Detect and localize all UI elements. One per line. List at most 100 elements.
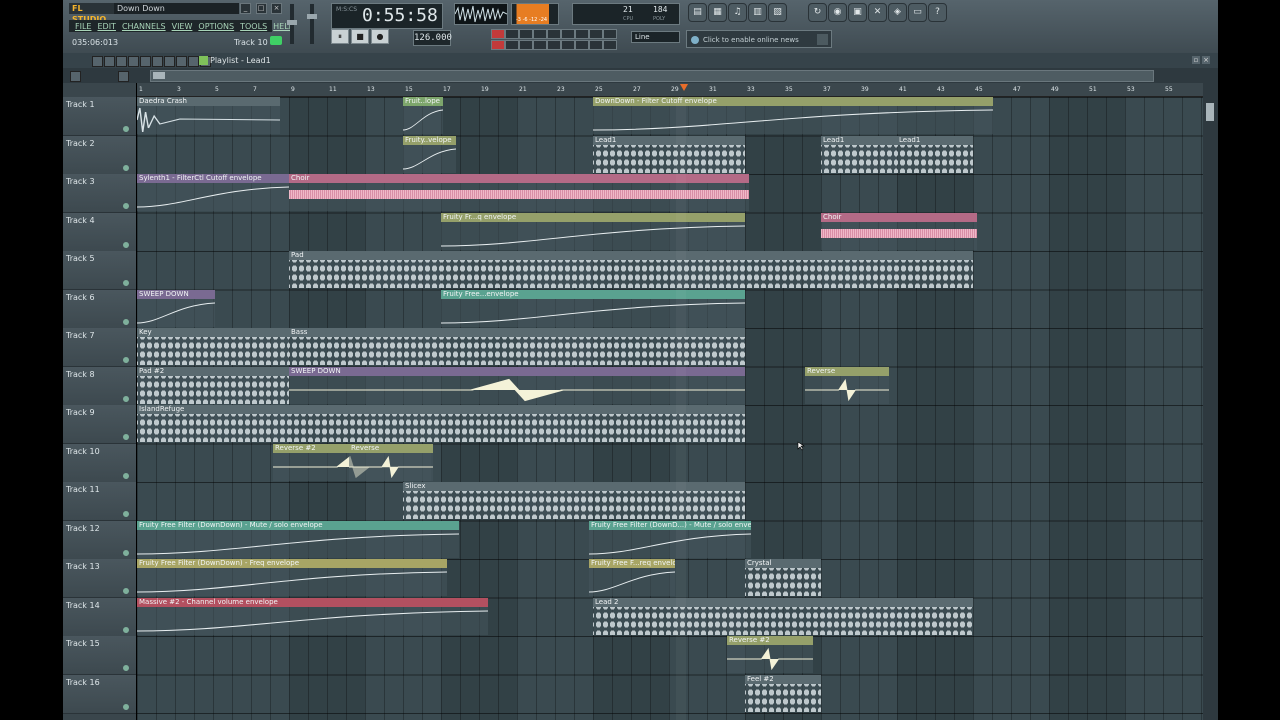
playlist-clip[interactable]: Crystal	[745, 559, 821, 596]
blend-button[interactable]	[589, 29, 603, 39]
playlist-clip[interactable]: Fruity Free Filter (DownDown) - Freq env…	[137, 559, 447, 596]
track-header[interactable]: Track 15	[63, 636, 136, 675]
typing-keyboard-button[interactable]	[505, 40, 519, 50]
playlist-clip[interactable]: Daedra Crash	[137, 97, 280, 134]
group-button[interactable]	[589, 40, 603, 50]
draw-tool-icon[interactable]	[92, 56, 103, 67]
help-icon[interactable]: ?	[928, 3, 947, 22]
playlist-clip[interactable]: Slicex	[403, 482, 745, 519]
wait-button[interactable]	[561, 29, 575, 39]
track-mute-led[interactable]	[123, 472, 129, 479]
minimize-button[interactable]: _	[240, 3, 251, 14]
playlist-clip[interactable]: Pad #2	[137, 366, 289, 404]
menu-options[interactable]: OPTIONS	[198, 22, 234, 31]
song-mode-button[interactable]	[505, 29, 519, 39]
zoom-tool-icon[interactable]	[164, 56, 175, 67]
delete-tool-icon[interactable]	[116, 56, 127, 67]
metronome-button[interactable]	[547, 29, 561, 39]
countdown-button[interactable]	[575, 29, 589, 39]
playlist-clip[interactable]: Lead1	[821, 135, 897, 173]
close-button[interactable]: ×	[271, 3, 283, 14]
playlist-clip[interactable]: Reverse	[349, 443, 431, 481]
menu-view[interactable]: VIEW	[172, 22, 193, 31]
piano-roll-icon[interactable]: ♫	[728, 3, 747, 22]
playlist-clip[interactable]: Reverse #2	[727, 636, 813, 673]
undo-button[interactable]	[547, 40, 561, 50]
track-header[interactable]: Track 11	[63, 482, 136, 521]
slip-tool-icon[interactable]	[188, 56, 199, 67]
track-header[interactable]: Track 3	[63, 174, 136, 213]
multilink-button[interactable]	[603, 29, 617, 39]
plugin-icon[interactable]: ◉	[828, 3, 847, 22]
playlist-icon[interactable]: ▤	[688, 3, 707, 22]
playlist-clip[interactable]: Lead 2	[593, 597, 973, 635]
master-volume-slider[interactable]	[287, 4, 297, 44]
loop-button[interactable]	[519, 29, 533, 39]
mute-tool-icon[interactable]	[128, 56, 139, 67]
playlist-clip[interactable]: Fruit..lope	[403, 97, 443, 134]
track-mute-led[interactable]	[123, 511, 129, 517]
record-led[interactable]	[270, 36, 282, 45]
playlist-clip[interactable]: Reverse	[805, 366, 889, 404]
tools-icon[interactable]: ✕	[868, 3, 887, 22]
playlist-clip[interactable]: Lead1	[593, 135, 745, 173]
disk-icon[interactable]: ▭	[908, 3, 927, 22]
slide-button[interactable]	[575, 40, 589, 50]
track-header[interactable]: Track 7	[63, 328, 136, 367]
playlist-clip[interactable]: Fruity Free F...req envelope	[589, 559, 675, 596]
playlist-clip[interactable]: Massive #2 - Channel volume envelope	[137, 597, 488, 635]
track-mute-led[interactable]	[123, 126, 129, 132]
playlist-menu-button[interactable]	[70, 71, 81, 82]
track-mute-led[interactable]	[123, 588, 129, 594]
horizontal-scroll-thumb[interactable]	[153, 72, 165, 79]
playlist-clip[interactable]: Choir	[821, 212, 977, 250]
track-header[interactable]: Track 14	[63, 597, 136, 637]
playlist-clip[interactable]: Fruity Free Filter (DownD...) - Mute / s…	[589, 520, 751, 558]
menu-edit[interactable]: EDIT	[97, 22, 115, 31]
playlist-close-button[interactable]: ×	[1202, 56, 1210, 64]
menu-file[interactable]: FILE	[75, 22, 91, 31]
track-header[interactable]: Track 8	[63, 366, 136, 406]
overdub-button[interactable]	[491, 40, 505, 50]
track-header[interactable]: Track 10	[63, 443, 136, 483]
track-header[interactable]: Track 12	[63, 520, 136, 560]
playback-tool-icon[interactable]	[176, 56, 187, 67]
playlist-clip[interactable]: Key	[137, 328, 289, 365]
playlist-clip[interactable]: Lead1	[897, 135, 973, 173]
track-mute-led[interactable]	[123, 626, 129, 633]
track-header[interactable]: Track 6	[63, 289, 136, 329]
record-button[interactable]: ●	[371, 29, 389, 44]
mix-button[interactable]	[561, 40, 575, 50]
track-mute-led[interactable]	[123, 241, 129, 248]
playlist-clip[interactable]: Fruity Free...envelope	[441, 289, 745, 327]
news-toggle-button[interactable]	[817, 34, 828, 45]
snap-button[interactable]	[519, 40, 533, 50]
maximize-button[interactable]: □	[255, 3, 267, 14]
track-header[interactable]: Track 5	[63, 251, 136, 290]
track-header[interactable]: Track 16	[63, 674, 136, 714]
select-tool-icon[interactable]	[152, 56, 163, 67]
browser-icon[interactable]: ▥	[748, 3, 767, 22]
time-ruler[interactable]: 1 3 5 7 9 11 13 15 17 19 21 23 25 27 29 31 33 35 37 39 41 43 4…	[137, 83, 1203, 97]
playlist-grid[interactable]: Daedra Crash Fruit..lope DownDown - Filter…	[137, 97, 1203, 720]
track-mute-led[interactable]	[123, 434, 129, 440]
track-header[interactable]: Track 2	[63, 135, 136, 175]
pause-button[interactable]: ⏸	[331, 29, 349, 44]
pattern-picker-button[interactable]	[118, 71, 129, 82]
vertical-scroll-thumb[interactable]	[1206, 103, 1214, 121]
playlist-arrow-icon[interactable]	[199, 56, 208, 65]
step-sequencer-icon[interactable]: ▦	[708, 3, 727, 22]
online-news-panel[interactable]: Click to enable online news	[686, 30, 832, 48]
track-header[interactable]: Track 1	[63, 97, 136, 136]
playlist-clip[interactable]: Fruity Fr...q envelope	[441, 212, 745, 250]
refresh-icon[interactable]: ↻	[808, 3, 827, 22]
track-mute-led[interactable]	[123, 665, 129, 671]
track-mute-led[interactable]	[123, 357, 129, 363]
playlist-detach-button[interactable]: ▫	[1192, 56, 1200, 64]
tempo-display[interactable]: 126.000	[413, 30, 452, 46]
track-header[interactable]: Track 13	[63, 559, 136, 598]
render-icon[interactable]: ◈	[888, 3, 907, 22]
playlist-clip[interactable]: IslandRefuge	[137, 405, 745, 442]
pattern-mode-button[interactable]	[491, 29, 505, 39]
playlist-clip[interactable]: Feel #2	[745, 674, 821, 712]
